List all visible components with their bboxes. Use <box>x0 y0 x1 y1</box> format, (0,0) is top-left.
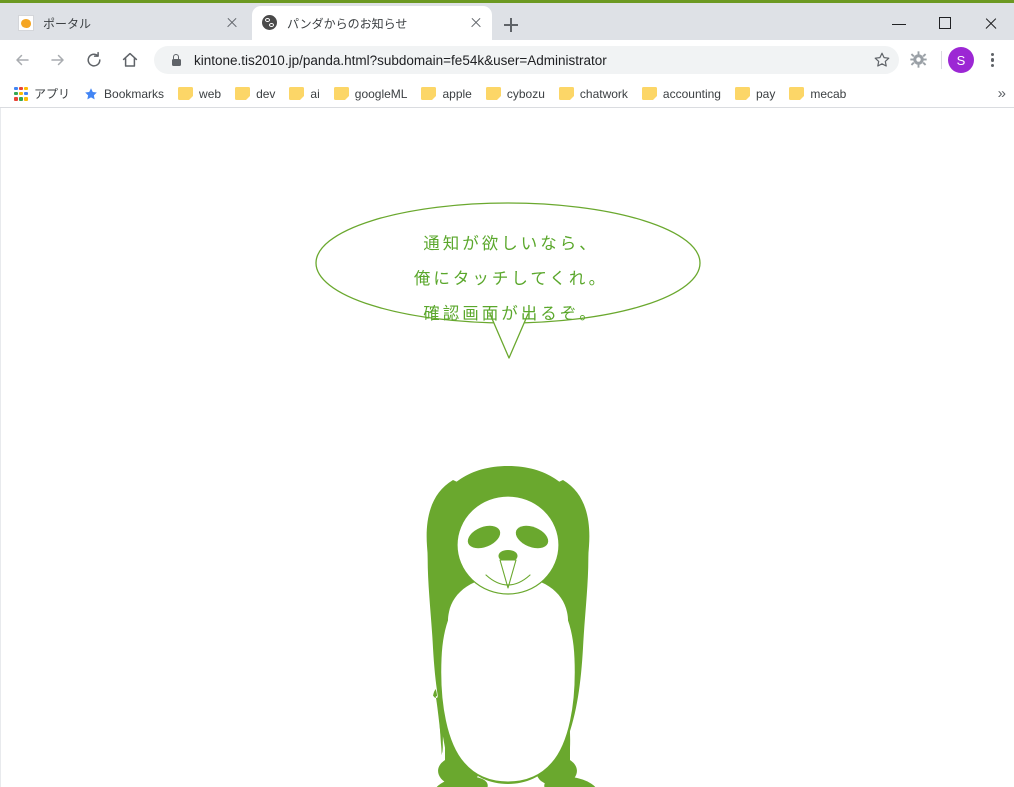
window-controls <box>876 6 1014 40</box>
bookmark-dev[interactable]: dev <box>229 83 281 105</box>
bookmark-pay[interactable]: pay <box>729 83 781 105</box>
folder-icon <box>235 87 251 100</box>
back-icon[interactable] <box>8 46 36 74</box>
globe-favicon <box>262 15 278 31</box>
close-window-icon[interactable] <box>968 6 1014 40</box>
bookmark-label: accounting <box>662 86 721 101</box>
tab-strip: ポータル パンダからのお知らせ <box>0 3 1014 40</box>
bookmark-label: pay <box>755 86 776 101</box>
folder-icon <box>485 87 501 100</box>
tab-title: パンダからのお知らせ <box>287 16 408 31</box>
bookmarks-bar: アプリ Bookmarks web dev ai googleML apple … <box>0 80 1014 108</box>
apps-grid-icon <box>14 86 28 101</box>
minimize-icon[interactable] <box>876 6 922 40</box>
folder-icon <box>289 87 305 100</box>
bookmark-accounting[interactable]: accounting <box>636 83 727 105</box>
bookmark-apps[interactable]: アプリ <box>8 83 76 105</box>
folder-icon <box>558 87 574 100</box>
speech-line-2: 俺にタッチしてくれ。 <box>413 269 609 288</box>
star-icon <box>84 87 98 101</box>
bookmark-label: dev <box>256 86 276 101</box>
bookmark-label: mecab <box>810 86 847 101</box>
bookmark-label: chatwork <box>579 86 628 101</box>
folder-icon <box>789 87 805 100</box>
folder-icon <box>421 87 437 100</box>
bookmark-ai[interactable]: ai <box>283 83 325 105</box>
bookmark-apple[interactable]: apple <box>415 83 477 105</box>
page-content: 通知が欲しいなら、 俺にタッチしてくれ。 確認画面が出るぞ。 <box>0 108 1014 787</box>
tab-title: ポータル <box>43 16 92 31</box>
lock-icon <box>168 52 184 68</box>
folder-icon <box>641 87 657 100</box>
address-bar[interactable]: kintone.tis2010.jp/panda.html?subdomain=… <box>154 46 899 74</box>
bookmark-label: cybozu <box>506 86 545 101</box>
folder-icon <box>178 87 194 100</box>
bookmark-label: アプリ <box>34 87 71 101</box>
reload-icon[interactable] <box>80 46 108 74</box>
bookmark-googleml[interactable]: googleML <box>328 83 414 105</box>
kintone-favicon <box>18 15 34 31</box>
bookmark-label: apple <box>442 86 472 101</box>
url-text[interactable]: kintone.tis2010.jp/panda.html?subdomain=… <box>194 53 869 68</box>
bookmark-star-icon[interactable] <box>869 47 895 73</box>
bookmark-label: googleML <box>354 86 408 101</box>
tab-portal[interactable]: ポータル <box>8 6 248 40</box>
speech-line-3: 確認画面が出るぞ。 <box>423 304 599 323</box>
forward-icon[interactable] <box>44 46 72 74</box>
folder-icon <box>734 87 750 100</box>
browser-window: ポータル パンダからのお知らせ kintone.tis2010.jp/panda… <box>0 0 1014 787</box>
browser-toolbar: kintone.tis2010.jp/panda.html?subdomain=… <box>0 40 1014 80</box>
bookmark-bookmarks[interactable]: Bookmarks <box>78 83 170 105</box>
tab-panda-notice[interactable]: パンダからのお知らせ <box>252 6 492 40</box>
panda-figure <box>426 466 598 787</box>
chrome-menu-icon[interactable] <box>978 46 1006 74</box>
extension-gear-icon[interactable] <box>905 46 933 74</box>
bookmark-label: ai <box>310 86 320 101</box>
toolbar-divider <box>941 51 942 69</box>
speech-bubble-text: 通知が欲しいなら、 俺にタッチしてくれ。 確認画面が出るぞ。 <box>331 226 691 331</box>
new-tab-button[interactable] <box>498 12 524 38</box>
bookmark-mecab[interactable]: mecab <box>783 83 852 105</box>
panda-illustration[interactable] <box>1 108 1014 787</box>
bookmarks-overflow-icon[interactable]: » <box>998 86 1006 101</box>
home-icon[interactable] <box>116 46 144 74</box>
bookmark-label: web <box>199 86 222 101</box>
speech-line-1: 通知が欲しいなら、 <box>423 234 599 253</box>
maximize-icon[interactable] <box>922 6 968 40</box>
avatar[interactable]: S <box>948 47 974 73</box>
folder-icon <box>333 87 349 100</box>
bookmark-cybozu[interactable]: cybozu <box>480 83 551 105</box>
panda-stage: 通知が欲しいなら、 俺にタッチしてくれ。 確認画面が出るぞ。 <box>1 108 1014 787</box>
bookmark-web[interactable]: web <box>172 83 227 105</box>
close-icon[interactable] <box>464 11 488 35</box>
close-icon[interactable] <box>220 11 244 35</box>
bookmark-chatwork[interactable]: chatwork <box>553 83 634 105</box>
bookmark-label: Bookmarks <box>104 86 165 101</box>
